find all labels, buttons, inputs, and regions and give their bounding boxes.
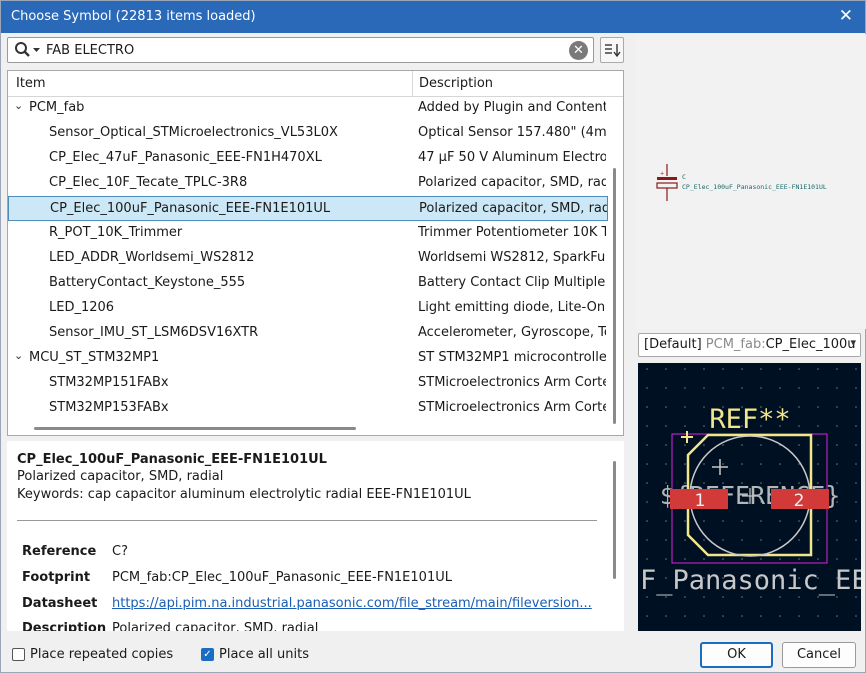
tree-item-name: CP_Elec_100uF_Panasonic_EEE-FN1E101UL bbox=[50, 201, 331, 216]
pad-2-number: 2 bbox=[794, 491, 805, 511]
tree-item-description: Polarized capacitor, SMD, radial bbox=[419, 201, 607, 216]
tree-symbol-row[interactable]: R_POT_10K_Trimmer Trimmer Potentiometer 1… bbox=[8, 221, 608, 246]
tree-symbol-row[interactable]: BatteryContact_Keystone_555 Battery Conta… bbox=[8, 271, 608, 296]
tree-item-name: Sensor_IMU_ST_LSM6DSV16XTR bbox=[49, 325, 259, 340]
tree-symbol-row[interactable]: STM32MP151FABx STMicroelectronics Arm Cor… bbox=[8, 371, 608, 396]
reference-label: Reference bbox=[22, 544, 97, 559]
datasheet-label: Datasheet bbox=[22, 596, 98, 611]
details-scrollbar[interactable] bbox=[613, 461, 616, 579]
footprint-select[interactable]: [Default] PCM_fab:CP_Elec_100u ▾ bbox=[638, 333, 861, 357]
symbol-preview: + C CP_Elec_100uF_Panasonic_EEE-FN1E101U… bbox=[636, 34, 866, 329]
tree-item-name: CP_Elec_47uF_Panasonic_EEE-FN1H470XL bbox=[49, 150, 322, 165]
tree-item-description: Battery Contact Clip Multiple 1 bbox=[418, 275, 606, 290]
footprint-preview: ${REFERENCE} 1 2 REF** F_Panasonic_EE bbox=[638, 363, 861, 631]
tree-item-description: STMicroelectronics Arm Cortex bbox=[418, 400, 606, 415]
description-value: Polarized capacitor, SMD, radial bbox=[112, 621, 319, 631]
tree-item-name: LED_ADDR_Worldsemi_WS2812 bbox=[49, 250, 255, 265]
tree-symbol-row[interactable]: LED_1206 Light emitting diode, Lite-On In bbox=[8, 296, 608, 321]
search-box[interactable]: ✕ bbox=[7, 37, 594, 63]
window-title: Choose Symbol (22813 items loaded) bbox=[11, 9, 256, 24]
tree-symbol-row[interactable]: LED_ADDR_Worldsemi_WS2812 Worldsemi WS281… bbox=[8, 246, 608, 271]
place-repeated-label[interactable]: Place repeated copies bbox=[30, 647, 173, 662]
footprint-select-lib: PCM_fab: bbox=[705, 337, 766, 352]
chevron-down-icon[interactable]: ▾ bbox=[850, 336, 856, 349]
tree-symbol-row[interactable]: STM32MP153FABx STMicroelectronics Arm Cor… bbox=[8, 396, 608, 421]
column-header-description[interactable]: Description bbox=[419, 76, 493, 91]
symbol-value-text: CP_Elec_100uF_Panasonic_EEE-FN1E101UL bbox=[682, 183, 827, 191]
details-title: CP_Elec_100uF_Panasonic_EEE-FN1E101UL bbox=[17, 452, 327, 467]
ok-button-label: OK bbox=[727, 647, 746, 662]
tree-item-name: PCM_fab bbox=[29, 100, 85, 115]
clear-icon[interactable]: ✕ bbox=[569, 41, 588, 60]
tree-symbol-row[interactable]: Sensor_IMU_ST_LSM6DSV16XTR Accelerometer,… bbox=[8, 321, 608, 346]
fp-value-text: F_Panasonic_EE bbox=[640, 565, 861, 596]
magnifier-icon[interactable] bbox=[14, 41, 42, 59]
footprint-select-name: CP_Elec_100u bbox=[765, 337, 856, 352]
tree-symbol-row[interactable]: CP_Elec_10F_Tecate_TPLC-3R8 Polarized cap… bbox=[8, 171, 608, 196]
tree-item-name: CP_Elec_10F_Tecate_TPLC-3R8 bbox=[49, 175, 248, 190]
tree-library-row[interactable]: ⌄ PCM_fab Added by Plugin and Content M bbox=[8, 96, 608, 121]
tree-vertical-scrollbar[interactable] bbox=[613, 168, 616, 424]
column-header-item[interactable]: Item bbox=[16, 76, 46, 91]
tree-item-name: Sensor_Optical_STMicroelectronics_VL53L0… bbox=[49, 125, 338, 140]
footprint-graphic: ${REFERENCE} 1 2 REF** F_Panasonic_EE bbox=[640, 368, 861, 617]
tree-symbol-row[interactable]: CP_Elec_100uF_Panasonic_EEE-FN1E101UL Pol… bbox=[8, 196, 608, 221]
details-description: Polarized capacitor, SMD, radial bbox=[17, 469, 224, 484]
titlebar: Choose Symbol (22813 items loaded) ✕ bbox=[1, 1, 865, 33]
chevron-down-icon[interactable]: ⌄ bbox=[14, 99, 24, 113]
description-label: Description bbox=[22, 621, 107, 631]
tree-item-description: Optical Sensor 157.480" (4m) R bbox=[418, 125, 606, 140]
tree-library-row[interactable]: ⌄ MCU_ST_STM32MP1 ST STM32MP1 microcontrol… bbox=[8, 346, 608, 371]
symbol-tree[interactable]: Item Description ⌄ PCM_fab Added by Plugin… bbox=[7, 70, 624, 436]
sort-icon bbox=[605, 44, 621, 58]
ok-button[interactable]: OK bbox=[700, 642, 773, 668]
chevron-down-icon[interactable]: ⌄ bbox=[14, 349, 24, 363]
tree-item-name: BatteryContact_Keystone_555 bbox=[49, 275, 246, 290]
footprint-value: PCM_fab:CP_Elec_100uF_Panasonic_EEE-FN1E… bbox=[112, 570, 452, 585]
tree-item-name: MCU_ST_STM32MP1 bbox=[29, 350, 160, 365]
reference-value: C? bbox=[112, 544, 128, 559]
details-divider bbox=[17, 520, 597, 521]
footprint-label: Footprint bbox=[22, 570, 91, 585]
tree-item-description: Accelerometer, Gyroscope, Tem bbox=[418, 325, 606, 340]
datasheet-link[interactable]: https://api.pim.na.industrial.panasonic.… bbox=[112, 596, 592, 611]
fp-ref-text: REF** bbox=[709, 404, 790, 435]
tree-item-description: Added by Plugin and Content M bbox=[418, 100, 606, 115]
tree-item-description: STMicroelectronics Arm Cortex bbox=[418, 375, 606, 390]
footprint-select-prefix: [Default] bbox=[644, 337, 702, 352]
search-input[interactable] bbox=[46, 40, 566, 60]
details-panel: CP_Elec_100uF_Panasonic_EEE-FN1E101UL Po… bbox=[7, 441, 624, 631]
place-all-units-label[interactable]: Place all units bbox=[219, 647, 309, 662]
bottom-bar: Place repeated copies ✓ Place all units … bbox=[1, 637, 865, 673]
tree-symbol-row[interactable]: Sensor_Optical_STMicroelectronics_VL53L0… bbox=[8, 121, 608, 146]
choose-symbol-dialog: Choose Symbol (22813 items loaded) ✕ ✕ I… bbox=[0, 0, 866, 673]
tree-symbol-row[interactable]: CP_Elec_47uF_Panasonic_EEE-FN1H470XL 47 µ… bbox=[8, 146, 608, 171]
symbol-ref-text: C bbox=[682, 173, 686, 181]
cancel-button[interactable]: Cancel bbox=[782, 642, 856, 668]
tree-item-description: Polarized capacitor, SMD, radial bbox=[418, 175, 606, 190]
details-keywords: Keywords: cap capacitor aluminum electro… bbox=[17, 487, 471, 502]
svg-text:+: + bbox=[660, 171, 664, 177]
tree-horizontal-scrollbar[interactable] bbox=[34, 427, 356, 430]
place-all-units-checkbox[interactable]: ✓ bbox=[201, 648, 214, 661]
place-repeated-checkbox[interactable] bbox=[12, 648, 25, 661]
column-separator[interactable] bbox=[412, 71, 413, 97]
sort-button[interactable] bbox=[600, 37, 624, 63]
close-icon[interactable]: ✕ bbox=[839, 6, 853, 26]
cancel-button-label: Cancel bbox=[796, 647, 842, 662]
tree-item-name: R_POT_10K_Trimmer bbox=[49, 225, 183, 240]
tree-item-name: LED_1206 bbox=[49, 300, 115, 315]
pad-1-number: 1 bbox=[695, 491, 706, 511]
capacitor-symbol-graphic: + C CP_Elec_100uF_Panasonic_EEE-FN1E101U… bbox=[656, 164, 827, 201]
tree-item-description: ST STM32MP1 microcontrollers bbox=[418, 350, 606, 365]
tree-item-name: STM32MP153FABx bbox=[49, 400, 169, 415]
tree-item-description: Trimmer Potentiometer 10K TT bbox=[418, 225, 606, 240]
tree-header: Item Description bbox=[8, 71, 623, 97]
tree-item-description: 47 µF 50 V Aluminum Electroly bbox=[418, 150, 606, 165]
tree-item-description: Light emitting diode, Lite-On In bbox=[418, 300, 606, 315]
tree-item-description: Worldsemi WS2812, SparkFun bbox=[418, 250, 606, 265]
tree-item-name: STM32MP151FABx bbox=[49, 375, 169, 390]
